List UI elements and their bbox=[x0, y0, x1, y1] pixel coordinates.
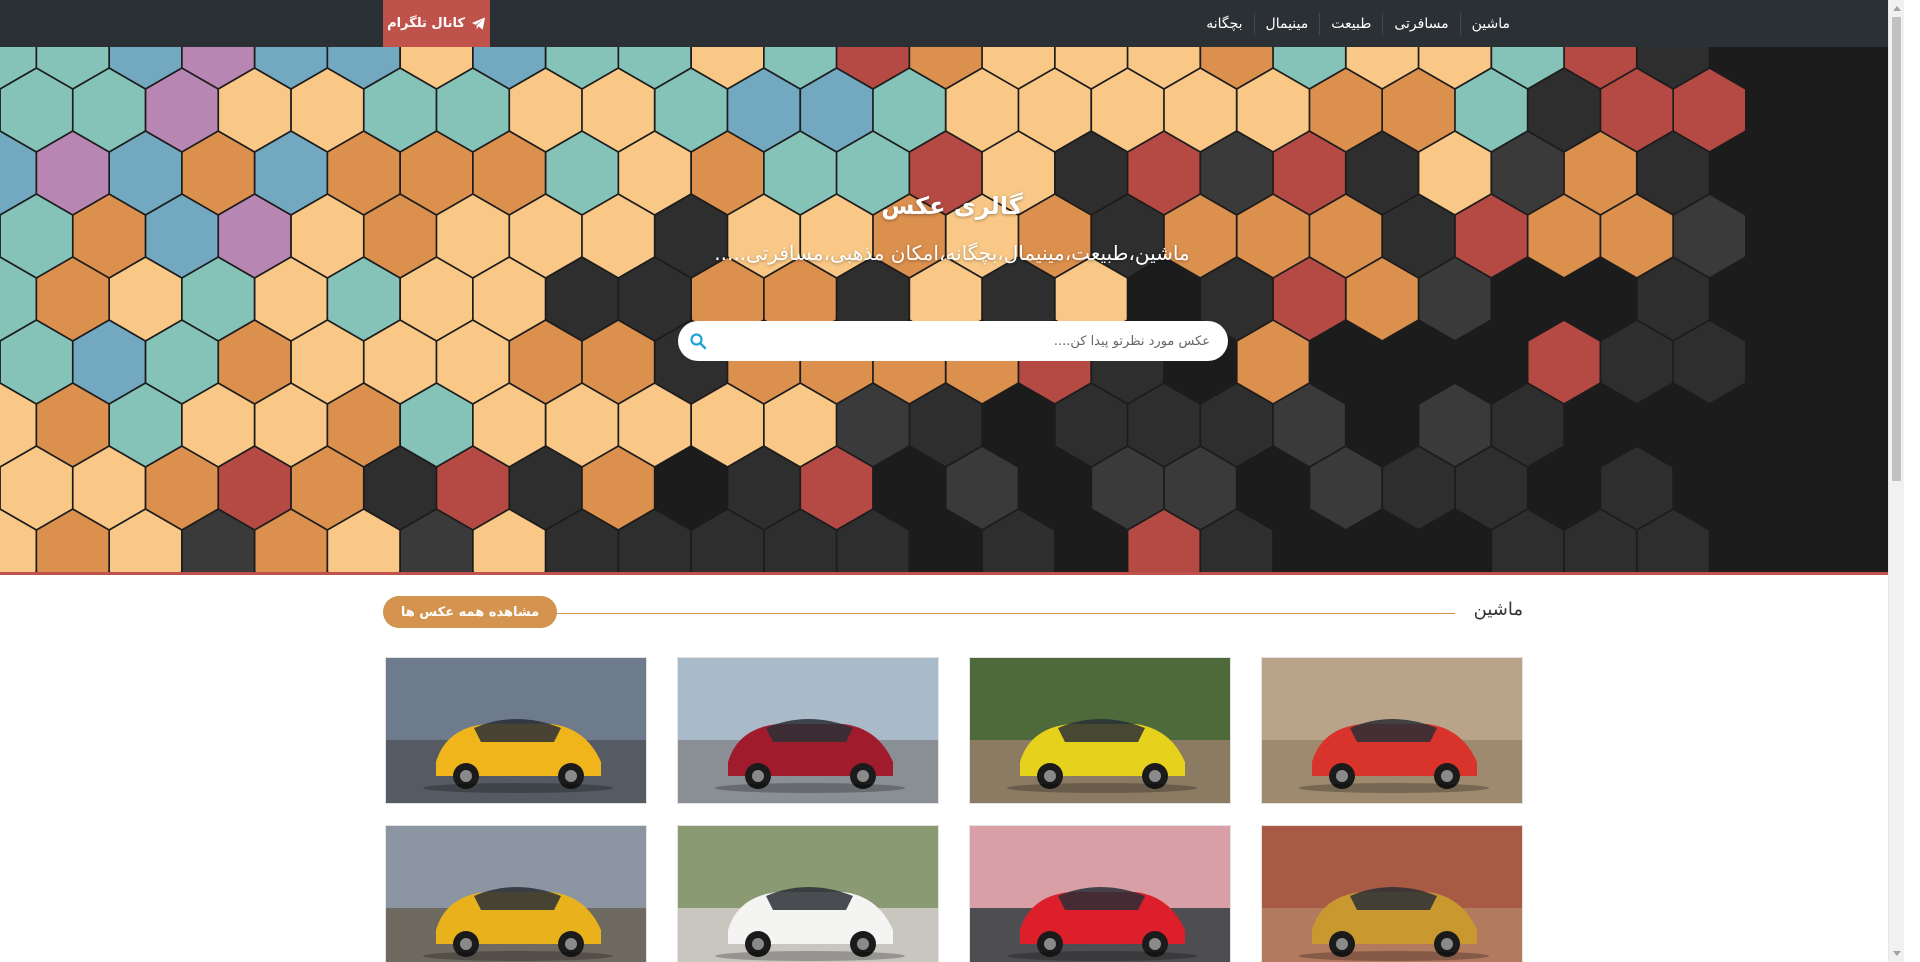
hexagon-tile bbox=[947, 573, 1018, 575]
hexagon-tile bbox=[1601, 573, 1672, 575]
gallery-image-yellow-muscle-car[interactable] bbox=[385, 657, 647, 804]
hero-banner: گالری عکس ماشین،طبیعت،مینیمال،بچگانه،امک… bbox=[0, 47, 1904, 575]
hexagon-tile bbox=[1383, 573, 1454, 575]
hexagon-tile bbox=[219, 573, 290, 575]
hexagon-tile bbox=[437, 573, 508, 575]
paper-plane-icon bbox=[471, 17, 485, 30]
gallery-image-white-sedan[interactable] bbox=[677, 825, 939, 962]
hexagon-tile bbox=[74, 573, 145, 575]
search-input[interactable] bbox=[718, 321, 1228, 361]
nav-menu: ماشین مسافرتی طبیعت مینیمال بچگانه bbox=[1195, 0, 1510, 47]
gallery-image-red-luxury-coupe[interactable] bbox=[677, 657, 939, 804]
car-photo bbox=[970, 658, 1230, 803]
view-all-photos-button[interactable]: مشاهده همه عکس ها bbox=[383, 596, 557, 628]
page-scrollbar[interactable] bbox=[1888, 0, 1904, 962]
section-title: ماشین bbox=[1473, 599, 1523, 620]
hero-title: گالری عکس bbox=[881, 192, 1023, 220]
car-photo bbox=[678, 826, 938, 962]
gallery-image-yellow-6x6-offroad[interactable] bbox=[969, 657, 1231, 804]
top-navbar: ماشین مسافرتی طبیعت مینیمال بچگانه کانال… bbox=[0, 0, 1904, 47]
car-photo bbox=[1262, 826, 1522, 962]
telegram-label: کانال تلگرام bbox=[387, 16, 465, 31]
gallery-image-yellow-sports-coupe[interactable] bbox=[385, 825, 647, 962]
gallery-image-gold-suv-desert[interactable] bbox=[1261, 825, 1523, 962]
hexagon-tile bbox=[510, 573, 581, 575]
hexagon-tile bbox=[656, 573, 727, 575]
hexagon-tile bbox=[146, 573, 217, 575]
car-photo bbox=[678, 658, 938, 803]
nav-item-travel[interactable]: مسافرتی bbox=[1382, 12, 1459, 35]
scroll-down-arrow[interactable] bbox=[1893, 951, 1901, 956]
hero-subtitle: ماشین،طبیعت،مینیمال،بچگانه،امکان مذهبی،م… bbox=[714, 241, 1190, 265]
hexagon-tile bbox=[583, 573, 654, 575]
hexagon-tile bbox=[1, 573, 72, 575]
car-photo bbox=[1262, 658, 1522, 803]
nav-item-kids[interactable]: بچگانه bbox=[1195, 13, 1253, 35]
scroll-thumb[interactable] bbox=[1892, 17, 1901, 481]
gallery-image-red-coupe-rear[interactable] bbox=[1261, 657, 1523, 804]
hexagon-tile bbox=[1238, 573, 1309, 575]
hexagon-tile bbox=[1019, 573, 1090, 575]
search-icon[interactable] bbox=[678, 321, 718, 361]
section-divider bbox=[553, 613, 1455, 614]
hexagon-tile bbox=[1310, 573, 1381, 575]
page: ماشین مسافرتی طبیعت مینیمال بچگانه کانال… bbox=[0, 0, 1904, 962]
hexagon-tile bbox=[1529, 573, 1600, 575]
telegram-channel-button[interactable]: کانال تلگرام bbox=[383, 0, 490, 47]
image-gallery bbox=[383, 657, 1523, 962]
scroll-up-arrow[interactable] bbox=[1893, 6, 1901, 11]
hexagon-tile bbox=[1456, 573, 1527, 575]
hexagon-tile bbox=[1165, 573, 1236, 575]
hexagon-pattern-background bbox=[0, 47, 1745, 575]
gallery-image-red-sports-car[interactable] bbox=[969, 825, 1231, 962]
car-photo bbox=[386, 826, 646, 962]
nav-item-nature[interactable]: طبیعت bbox=[1319, 12, 1382, 35]
hexagon-tile bbox=[1674, 573, 1745, 575]
hexagon-tile bbox=[728, 573, 799, 575]
search-box bbox=[678, 321, 1228, 361]
hexagon-tile bbox=[1092, 573, 1163, 575]
nav-item-cars[interactable]: ماشین bbox=[1459, 12, 1510, 35]
hexagon-tile bbox=[292, 573, 363, 575]
hexagon-tile bbox=[874, 573, 945, 575]
car-photo bbox=[970, 826, 1230, 962]
car-photo bbox=[386, 658, 646, 803]
hexagon-tile bbox=[365, 573, 436, 575]
hexagon-tile bbox=[801, 573, 872, 575]
section-header-cars: ماشین مشاهده همه عکس ها bbox=[383, 596, 1523, 628]
nav-item-minimal[interactable]: مینیمال bbox=[1253, 12, 1320, 35]
